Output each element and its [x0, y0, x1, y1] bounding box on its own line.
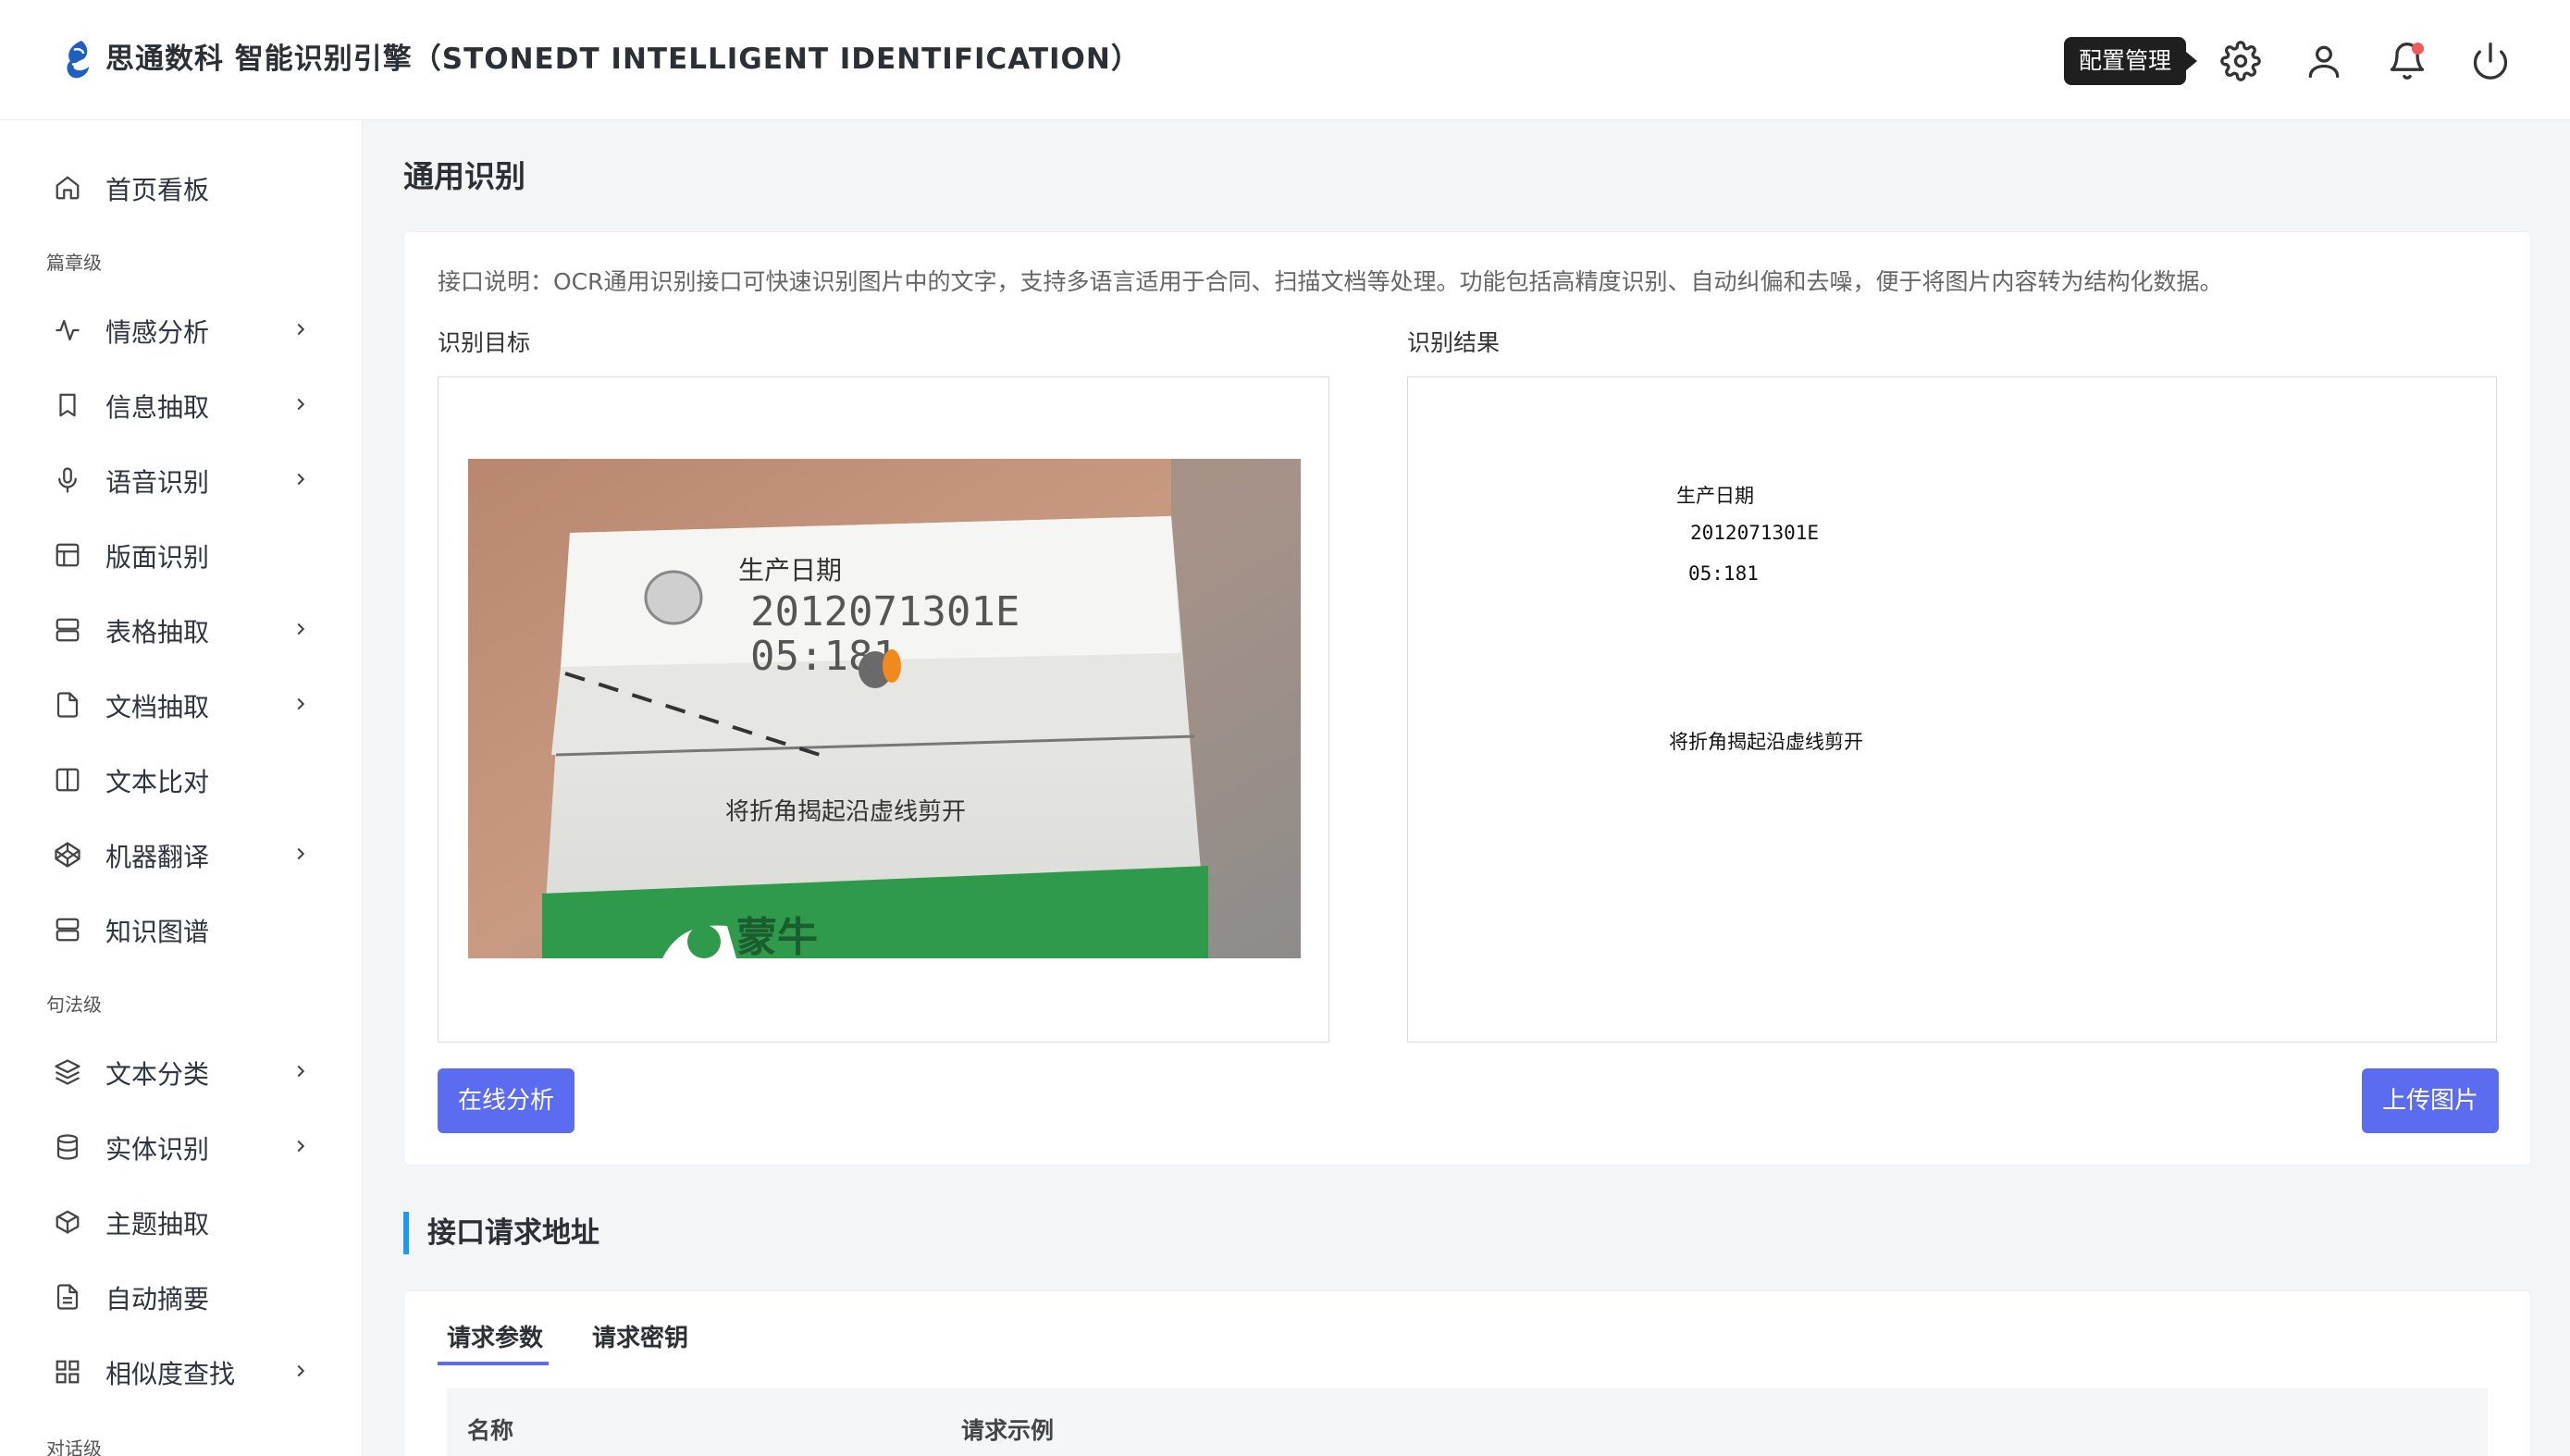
sidebar-item-label: 机器翻译 [105, 842, 210, 872]
sidebar-item-speech[interactable]: 语音识别 [0, 446, 363, 511]
online-analyze-button[interactable]: 在线分析 [438, 1068, 575, 1133]
home-icon [54, 174, 81, 202]
upload-image-button[interactable]: 上传图片 [2362, 1068, 2500, 1133]
svg-text:蒙牛: 蒙牛 [736, 915, 818, 958]
result-line: 2012071301E [1690, 522, 1820, 544]
chevron-right-icon [297, 1364, 305, 1377]
result-label: 识别结果 [1407, 329, 1501, 356]
sidebar-item-knowledge-graph[interactable]: 知识图谱 [0, 895, 363, 960]
sidebar-item-summary[interactable]: 自动摘要 [0, 1263, 363, 1327]
chevron-right-icon [297, 1140, 305, 1153]
layout-icon [54, 541, 81, 569]
app-title: 思通数科 智能识别引擎（STONEDT INTELLIGENT IDENTIFI… [105, 43, 1141, 76]
sidebar-item-label: 知识图谱 [105, 917, 210, 947]
server-icon [54, 916, 81, 944]
photo-text-code: 2012071301E [750, 588, 1019, 635]
sidebar-item-label: 语音识别 [105, 467, 210, 498]
result-panel: 生产日期 2012071301E 05:181 将折角揭起沿虚线剪开 [1407, 376, 2497, 1043]
sidebar-item-label: 首页看板 [105, 175, 210, 205]
sidebar-item-label: 版面识别 [105, 542, 210, 573]
sidebar-item-topic[interactable]: 主题抽取 [0, 1188, 363, 1252]
section-label-sentence: 句法级 [46, 993, 102, 1016]
page-title: 通用识别 [403, 158, 525, 194]
target-panel: 蒙牛 生产日期 2012071301E 05:181 将折角揭起沿虚线剪开 [438, 376, 1329, 1043]
tab-request-key[interactable]: 请求密钥 [592, 1319, 688, 1353]
sidebar-item-label: 主题抽取 [105, 1209, 210, 1240]
file-icon [54, 691, 81, 719]
codepen-icon [54, 841, 81, 869]
chevron-right-icon [297, 323, 305, 336]
chevron-right-icon [297, 623, 305, 635]
chevron-right-icon [297, 398, 305, 411]
section-label-chapter: 篇章级 [46, 252, 102, 274]
sidebar: 首页看板 篇章级 情感分析 信息抽取 语音识别 版面识别 表格抽取 文档抽取 文… [0, 120, 363, 1456]
config-tooltip: 配置管理 [2064, 37, 2198, 85]
notification-dot [2412, 43, 2424, 55]
sidebar-item-similarity[interactable]: 相似度查找 [0, 1338, 363, 1402]
bookmark-icon [54, 391, 81, 419]
chevron-right-icon [297, 847, 305, 860]
box-icon [54, 1208, 81, 1236]
active-tab-indicator [438, 1362, 549, 1365]
sidebar-item-label: 表格抽取 [105, 617, 210, 648]
sidebar-item-compare[interactable]: 文本比对 [0, 746, 363, 810]
tab-request-params[interactable]: 请求参数 [447, 1319, 543, 1353]
gear-icon[interactable] [2220, 41, 2261, 81]
file-text-icon [54, 1283, 81, 1311]
column-header-name: 名称 [467, 1417, 514, 1444]
result-line: 05:181 [1688, 562, 1759, 585]
chevron-right-icon [297, 1065, 305, 1078]
microphone-icon [54, 466, 81, 494]
user-icon[interactable] [2304, 41, 2344, 81]
chevron-right-icon [297, 473, 305, 486]
photo-text-heading: 生产日期 [738, 555, 842, 586]
sidebar-item-document[interactable]: 文档抽取 [0, 671, 363, 735]
result-line: 将折角揭起沿虚线剪开 [1669, 731, 1863, 753]
sidebar-item-label: 相似度查找 [105, 1359, 236, 1389]
sidebar-item-label: 文本分类 [105, 1059, 210, 1090]
api-section-title: 接口请求地址 [403, 1212, 599, 1254]
sidebar-item-sentiment[interactable]: 情感分析 [0, 296, 363, 361]
sidebar-item-entity[interactable]: 实体识别 [0, 1113, 363, 1178]
sidebar-item-label: 情感分析 [105, 317, 210, 348]
sidebar-item-label: 信息抽取 [105, 392, 210, 423]
sidebar-item-dashboard[interactable]: 首页看板 [0, 154, 363, 218]
server-icon [54, 616, 81, 644]
sidebar-item-text-classification[interactable]: 文本分类 [0, 1038, 363, 1103]
result-line: 生产日期 [1676, 485, 1754, 507]
column-header-example: 请求示例 [961, 1417, 1055, 1444]
columns-icon [54, 766, 81, 794]
sidebar-item-label: 实体识别 [105, 1134, 210, 1165]
photo-text-instruction: 将折角揭起沿虚线剪开 [725, 798, 966, 826]
sidebar-item-table[interactable]: 表格抽取 [0, 596, 363, 660]
layers-icon [54, 1058, 81, 1086]
pulse-icon [54, 316, 81, 344]
sidebar-item-info-extraction[interactable]: 信息抽取 [0, 371, 363, 436]
sidebar-item-label: 文档抽取 [105, 692, 210, 722]
database-icon [54, 1133, 81, 1161]
section-label-dialog: 对话级 [46, 1437, 102, 1456]
logo-icon [67, 41, 89, 79]
top-header: 思通数科 智能识别引擎（STONEDT INTELLIGENT IDENTIFI… [0, 0, 2570, 120]
api-description: 接口说明：OCR通用识别接口可快速识别图片中的文字，支持多语言适用于合同、扫描文… [438, 268, 2223, 295]
sidebar-item-layout[interactable]: 版面识别 [0, 521, 363, 586]
params-table-header: 名称 请求示例 [447, 1388, 2488, 1456]
power-icon[interactable] [2470, 41, 2511, 81]
sidebar-item-translation[interactable]: 机器翻译 [0, 821, 363, 885]
target-label: 识别目标 [438, 329, 531, 356]
sidebar-item-label: 自动摘要 [105, 1284, 210, 1314]
target-image: 蒙牛 生产日期 2012071301E 05:181 将折角揭起沿虚线剪开 [468, 459, 1301, 958]
grid-icon [54, 1358, 81, 1386]
recognition-card: 接口说明：OCR通用识别接口可快速识别图片中的文字，支持多语言适用于合同、扫描文… [403, 231, 2531, 1166]
chevron-right-icon [297, 697, 305, 710]
api-card: 请求参数 请求密钥 名称 请求示例 [403, 1290, 2531, 1456]
sidebar-item-label: 文本比对 [105, 767, 210, 797]
bell-icon[interactable] [2387, 41, 2428, 81]
